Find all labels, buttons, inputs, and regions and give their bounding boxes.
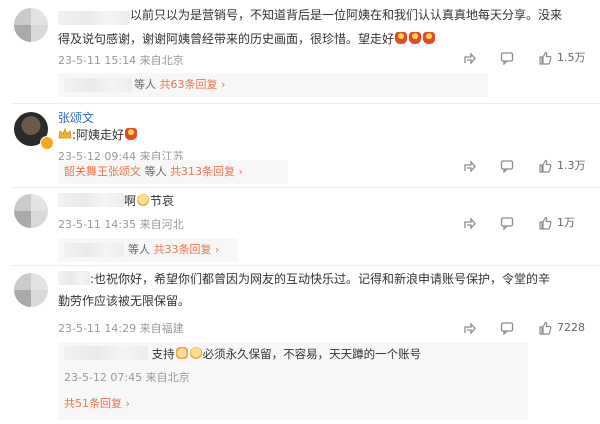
reply-summary-text: 等人 共63条回复 › — [134, 78, 226, 91]
like-icon[interactable] — [537, 320, 553, 336]
author-name-redacted[interactable] — [58, 271, 90, 285]
share-icon[interactable] — [462, 158, 478, 174]
like-count: 1.3万 — [557, 159, 586, 172]
comment-text-line2: 得及说句感谢，谢谢阿姨曾经带来的历史画面，很珍惜。望走好 — [58, 28, 436, 50]
share-icon[interactable] — [462, 215, 478, 231]
crying-emoji-icon — [189, 347, 202, 359]
reply-summary: 韶关舞王张颂文 等人 共313条回复 › — [58, 160, 288, 184]
reply-summary: 等人 共63条回复 › — [58, 73, 488, 97]
reply-summary: 等人 共33条回复 › — [58, 238, 238, 262]
comment-meta: 23-5-11 14:29 来自福建 — [58, 322, 184, 335]
chevron-right-icon[interactable]: › — [122, 397, 129, 410]
candle-emoji-icon — [409, 32, 422, 44]
comment-text: :阿姨走好 — [58, 124, 138, 146]
sub-reply-meta: 23-5-12 07:45 来自北京 — [64, 371, 190, 384]
sub-reply-box: 支持 必须永久保留，不容易，天天蹲的一个账号 23-5-12 07:45 来自北京… — [58, 342, 528, 420]
verified-badge-icon — [40, 136, 54, 150]
like-icon[interactable] — [537, 158, 553, 174]
comment-text: :也祝你好，希望你们都曾因为网友的互动快乐过。记得和新浪申请账号保护，令堂的辛 — [58, 268, 550, 290]
chevron-right-icon[interactable]: › — [218, 78, 225, 91]
like-count: 1.5万 — [557, 51, 586, 64]
reply-user-redacted[interactable] — [64, 243, 124, 257]
comment-icon[interactable] — [499, 215, 515, 231]
like-count: 1万 — [557, 216, 575, 229]
reply-summary-text: 等人 共33条回复 › — [128, 243, 220, 256]
comment-text: 以前只以为是营销号，不知道背后是一位阿姨在和我们认认真真地每天分享。没来 — [130, 8, 563, 22]
author-name-redacted[interactable] — [58, 193, 124, 207]
comment-icon[interactable] — [499, 320, 515, 336]
reply-user-redacted[interactable] — [64, 78, 132, 92]
praying-hands-emoji-icon — [175, 347, 188, 359]
avatar[interactable] — [14, 8, 48, 42]
comment-icon[interactable] — [499, 50, 515, 66]
share-icon[interactable] — [462, 50, 478, 66]
divider — [12, 265, 600, 266]
candle-emoji-icon — [125, 128, 138, 140]
comment-text: 啊节哀 — [58, 190, 174, 212]
reply-summary-text: 韶关舞王张颂文 等人 共313条回复 › — [64, 165, 243, 178]
more-replies-link[interactable]: 共63条回复 — [160, 78, 218, 91]
candle-emoji-icon — [395, 32, 408, 44]
chevron-right-icon[interactable]: › — [212, 243, 219, 256]
comment-text-line2: 勤劳作应该被无限保留。 — [58, 294, 191, 308]
divider — [12, 103, 600, 104]
author-name-redacted[interactable] — [58, 11, 130, 25]
reply-summary-text: 共51条回复 › — [64, 392, 130, 416]
more-replies-link[interactable]: 共313条回复 — [170, 165, 235, 178]
comment-meta: 23-5-11 15:14 来自北京 — [58, 54, 184, 67]
more-replies-link[interactable]: 共33条回复 — [154, 243, 212, 256]
divider — [12, 187, 600, 188]
candle-emoji-icon — [423, 32, 436, 44]
more-replies-link[interactable]: 共51条回复 — [64, 397, 122, 410]
reply-user-redacted[interactable] — [64, 346, 148, 360]
crown-emoji-icon — [58, 125, 72, 139]
reply-user-link[interactable]: 韶关舞王张颂文 — [64, 165, 141, 178]
comment-meta: 23-5-11 14:35 来自河北 — [58, 218, 184, 231]
like-icon[interactable] — [537, 50, 553, 66]
avatar[interactable] — [14, 194, 48, 228]
avatar[interactable] — [14, 273, 48, 307]
sub-reply-text: 支持 必须永久保留，不容易，天天蹲的一个账号 — [64, 343, 421, 365]
crying-emoji-icon — [137, 194, 150, 206]
like-icon[interactable] — [537, 215, 553, 231]
comment-icon[interactable] — [499, 158, 515, 174]
like-count: 7228 — [557, 321, 585, 334]
chevron-right-icon[interactable]: › — [235, 165, 242, 178]
share-icon[interactable] — [462, 320, 478, 336]
